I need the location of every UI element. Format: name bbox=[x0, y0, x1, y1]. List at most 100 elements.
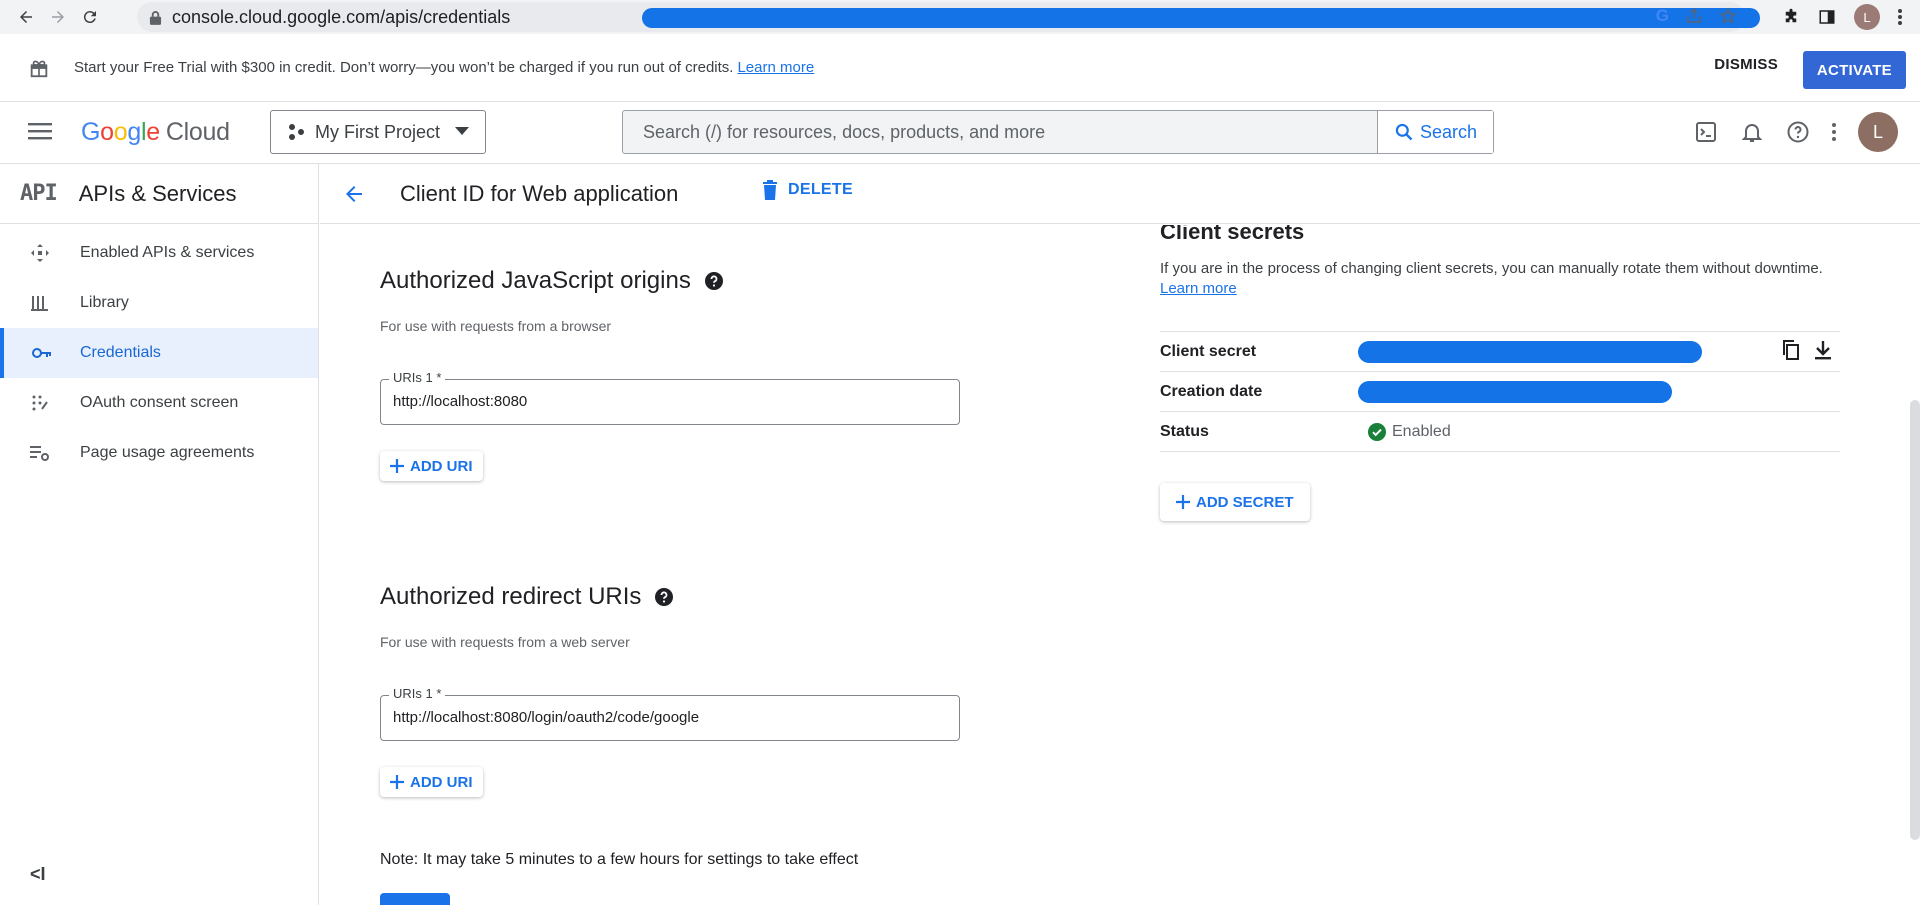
row-label: Status bbox=[1160, 422, 1209, 440]
help-circle-icon[interactable] bbox=[655, 588, 674, 606]
page-header: Client ID for Web application DELETE bbox=[320, 164, 1920, 224]
delete-label: DELETE bbox=[788, 181, 853, 198]
back-arrow-icon[interactable] bbox=[10, 1, 42, 33]
settings-note: Note: It may take 5 minutes to a few hou… bbox=[380, 851, 859, 868]
google-g-icon[interactable]: G bbox=[1656, 6, 1669, 26]
sidebar-item-library[interactable]: Library bbox=[0, 278, 318, 328]
divider bbox=[1160, 451, 1840, 452]
creation-date-row: Creation date bbox=[1160, 371, 1840, 411]
dismiss-button[interactable]: DISMISS bbox=[1714, 56, 1778, 73]
field-value: http://localhost:8080 bbox=[393, 393, 528, 410]
account-avatar[interactable]: L bbox=[1858, 112, 1898, 152]
main-content: Authorized JavaScript origins For use wi… bbox=[320, 225, 1920, 905]
status-text: Enabled bbox=[1392, 422, 1451, 440]
logo-letter: o bbox=[100, 118, 114, 146]
browser-profile-avatar[interactable]: L bbox=[1854, 4, 1880, 30]
project-picker[interactable]: My First Project bbox=[270, 110, 486, 154]
add-button-label: ADD URI bbox=[410, 773, 473, 791]
redaction-mark bbox=[1358, 340, 1702, 363]
sidebar-item-credentials[interactable]: Credentials bbox=[0, 328, 318, 378]
help-circle-icon[interactable] bbox=[704, 272, 723, 290]
redaction-mark bbox=[642, 8, 1760, 28]
browser-toolbar: console.cloud.google.com/apis/credential… bbox=[0, 0, 1920, 34]
download-icon[interactable] bbox=[1814, 340, 1832, 360]
add-redirect-uri-button[interactable]: ADD URI bbox=[380, 767, 483, 797]
browser-menu-icon[interactable] bbox=[1898, 9, 1902, 25]
row-label: Creation date bbox=[1160, 382, 1263, 400]
reload-icon[interactable] bbox=[74, 1, 106, 33]
field-label: URIs 1 * bbox=[389, 370, 446, 385]
lock-icon bbox=[149, 10, 162, 25]
page-scrollbar[interactable] bbox=[1910, 400, 1920, 840]
add-js-origin-uri-button[interactable]: ADD URI bbox=[380, 451, 483, 481]
side-panel-icon[interactable] bbox=[1818, 8, 1836, 26]
notifications-bell-icon[interactable] bbox=[1740, 120, 1764, 144]
activate-button[interactable]: ACTIVATE bbox=[1802, 51, 1906, 89]
banner-learn-more-link[interactable]: Learn more bbox=[737, 59, 814, 76]
library-icon bbox=[0, 294, 80, 312]
dots-grid-icon bbox=[0, 394, 80, 412]
redirect-uris-section: Authorized redirect URIs bbox=[380, 583, 674, 611]
forward-arrow-icon[interactable] bbox=[42, 1, 74, 33]
save-button[interactable] bbox=[380, 893, 450, 905]
hamburger-menu-icon[interactable] bbox=[28, 121, 52, 141]
collapse-sidebar-icon[interactable]: <I bbox=[30, 864, 46, 885]
more-vert-icon[interactable] bbox=[1832, 123, 1836, 141]
delete-button[interactable]: DELETE bbox=[762, 180, 853, 200]
search-input[interactable]: Search (/) for resources, docs, products… bbox=[623, 111, 1377, 153]
status-row: Status Enabled bbox=[1160, 411, 1840, 451]
api-badge-icon: API bbox=[20, 181, 58, 206]
back-arrow-icon[interactable] bbox=[342, 182, 366, 206]
add-button-label: ADD URI bbox=[410, 457, 473, 475]
redirect-uri-field[interactable]: URIs 1 * http://localhost:8080/login/oau… bbox=[380, 686, 960, 741]
logo-letter: o bbox=[113, 118, 128, 146]
diamond-arrows-icon bbox=[0, 243, 80, 263]
url-text: console.cloud.google.com/apis/credential… bbox=[172, 6, 511, 27]
extensions-puzzle-icon[interactable] bbox=[1782, 8, 1800, 26]
sidebar-item-enabled-apis[interactable]: Enabled APIs & services bbox=[0, 228, 318, 278]
sidebar: API APIs & Services Enabled APIs & servi… bbox=[0, 164, 319, 905]
trash-icon bbox=[762, 180, 778, 200]
section-title: Authorized JavaScript origins bbox=[380, 267, 691, 294]
sidebar-title: APIs & Services bbox=[78, 180, 237, 206]
client-secrets-description: If you are in the process of changing cl… bbox=[1160, 259, 1860, 299]
redaction-mark bbox=[1358, 380, 1672, 403]
star-icon[interactable] bbox=[1719, 7, 1737, 25]
help-icon[interactable] bbox=[1786, 120, 1810, 144]
project-name: My First Project bbox=[315, 121, 441, 142]
sidebar-item-label: Credentials bbox=[80, 344, 161, 361]
sidebar-item-label: Enabled APIs & services bbox=[80, 244, 255, 261]
client-secrets-learn-more-link[interactable]: Learn more bbox=[1160, 280, 1237, 297]
logo-cloud-text: Cloud bbox=[165, 118, 230, 146]
js-origin-uri-field[interactable]: URIs 1 * http://localhost:8080 bbox=[380, 370, 960, 425]
description-text: If you are in the process of changing cl… bbox=[1160, 260, 1823, 277]
check-circle-icon bbox=[1368, 422, 1386, 441]
sidebar-header: API APIs & Services bbox=[0, 164, 318, 224]
google-cloud-logo[interactable]: Google Cloud bbox=[81, 118, 230, 147]
client-secret-row: Client secret bbox=[1160, 331, 1840, 371]
logo-letter: g bbox=[127, 118, 141, 146]
sidebar-item-oauth-consent[interactable]: OAuth consent screen bbox=[0, 378, 318, 428]
row-label: Client secret bbox=[1160, 342, 1257, 360]
add-secret-button[interactable]: ADD SECRET bbox=[1160, 483, 1310, 521]
js-origins-section: Authorized JavaScript origins bbox=[380, 267, 723, 295]
plus-icon bbox=[390, 459, 404, 473]
client-secrets-title: Client secrets bbox=[1160, 225, 1305, 244]
gift-icon bbox=[28, 57, 50, 79]
key-icon bbox=[4, 347, 80, 359]
sidebar-item-page-usage[interactable]: Page usage agreements bbox=[0, 428, 318, 478]
cloud-shell-terminal-icon[interactable] bbox=[1694, 120, 1718, 144]
search-button[interactable]: Search bbox=[1377, 111, 1493, 153]
status-badge: Enabled bbox=[1368, 422, 1451, 441]
add-button-label: ADD SECRET bbox=[1196, 493, 1294, 511]
project-nodes-icon bbox=[287, 123, 305, 141]
field-value: http://localhost:8080/login/oauth2/code/… bbox=[393, 709, 700, 726]
share-icon[interactable] bbox=[1685, 7, 1703, 25]
copy-icon[interactable] bbox=[1782, 340, 1800, 360]
address-bar[interactable]: console.cloud.google.com/apis/credential… bbox=[137, 2, 1760, 32]
logo-letter: e bbox=[146, 118, 160, 146]
sidebar-item-label: OAuth consent screen bbox=[80, 394, 239, 411]
banner-message: Start your Free Trial with $300 in credi… bbox=[74, 59, 814, 76]
search-button-label: Search bbox=[1419, 121, 1478, 142]
list-settings-icon bbox=[0, 444, 80, 462]
